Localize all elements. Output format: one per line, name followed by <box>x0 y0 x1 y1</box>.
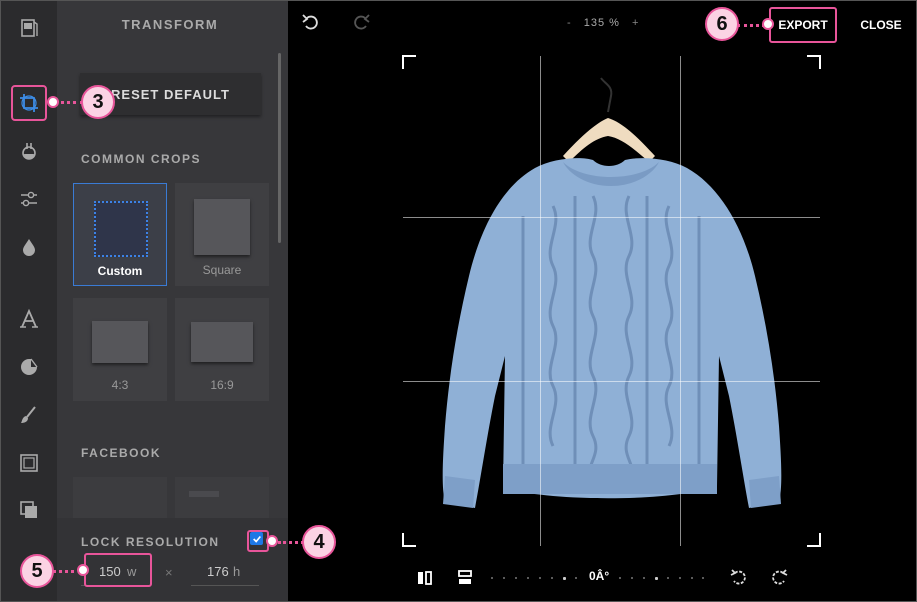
crop-handle-bottom-left[interactable] <box>402 533 416 547</box>
height-field[interactable]: 176 h <box>191 560 259 586</box>
height-unit: h <box>233 564 241 579</box>
callout-connector <box>278 541 304 544</box>
grid-line <box>540 56 541 546</box>
crop-icon[interactable] <box>11 85 47 121</box>
filter-icon[interactable] <box>11 133 47 169</box>
grid-line <box>680 56 681 546</box>
zoom-out-button[interactable]: - <box>567 17 572 29</box>
crop-handle-top-left[interactable] <box>402 55 416 69</box>
callout-highlight <box>84 553 152 587</box>
crop-handle-bottom-right[interactable] <box>807 533 821 547</box>
export-button[interactable]: EXPORT <box>769 7 837 43</box>
tool-rail <box>0 0 57 602</box>
crop-preview <box>92 321 148 363</box>
overlay-icon[interactable] <box>11 492 47 528</box>
crop-preview <box>191 322 253 362</box>
editor-canvas: - 135 % + EXPORT CLOSE 0Â° <box>288 0 917 602</box>
crop-option-16-9[interactable]: 16:9 <box>175 298 269 401</box>
rotation-value: 0Â° <box>589 569 610 583</box>
facebook-preview <box>189 491 219 497</box>
zoom-in-button[interactable]: + <box>632 17 639 29</box>
text-icon[interactable] <box>11 301 47 337</box>
crop-preview <box>94 201 148 257</box>
times-sign: × <box>165 565 173 580</box>
zoom-value: 135 % <box>583 17 620 29</box>
crop-option-custom[interactable]: Custom <box>73 183 167 286</box>
common-crops-heading: COMMON CROPS <box>81 152 201 166</box>
callout-6: 6 <box>705 7 739 41</box>
rotate-right-icon[interactable] <box>769 568 789 588</box>
callout-connector <box>737 24 765 27</box>
grid-line <box>403 217 820 218</box>
panel-title: TRANSFORM <box>121 17 219 32</box>
flip-horizontal-icon[interactable] <box>415 568 435 588</box>
callout-5: 5 <box>20 554 54 588</box>
brush-icon[interactable] <box>11 397 47 433</box>
callout-anchor <box>762 18 774 30</box>
document-icon[interactable] <box>11 10 47 46</box>
crop-option-label: Square <box>202 263 242 277</box>
crop-option-label: 16:9 <box>210 378 234 392</box>
sweater-image <box>442 77 782 508</box>
panel-scrollbar[interactable] <box>278 53 281 243</box>
frame-icon[interactable] <box>11 445 47 481</box>
rotate-left-icon[interactable] <box>729 568 749 588</box>
height-value: 176 <box>207 564 229 579</box>
facebook-heading: FACEBOOK <box>81 446 162 460</box>
undo-icon[interactable] <box>300 12 322 34</box>
drop-icon[interactable] <box>11 229 47 265</box>
callout-3: 3 <box>81 85 115 119</box>
callout-anchor <box>77 564 89 576</box>
lock-resolution-label: LOCK RESOLUTION <box>81 535 220 549</box>
callout-4: 4 <box>302 525 336 559</box>
redo-icon[interactable] <box>350 12 372 34</box>
crop-option-square[interactable]: Square <box>175 183 269 286</box>
image-preview[interactable] <box>402 55 821 547</box>
crop-option-4-3[interactable]: 4:3 <box>73 298 167 401</box>
crop-option-label: Custom <box>97 264 143 278</box>
close-button[interactable]: CLOSE <box>852 7 910 43</box>
grid-line <box>403 381 820 382</box>
callout-anchor <box>266 535 278 547</box>
callout-anchor <box>47 96 59 108</box>
sticker-icon[interactable] <box>11 349 47 385</box>
adjust-icon[interactable] <box>11 181 47 217</box>
crop-preview <box>194 199 250 255</box>
crop-option-label: 4:3 <box>111 378 129 392</box>
zoom-control: - 135 % + <box>567 17 639 29</box>
flip-vertical-icon[interactable] <box>455 568 475 588</box>
crop-handle-top-right[interactable] <box>807 55 821 69</box>
